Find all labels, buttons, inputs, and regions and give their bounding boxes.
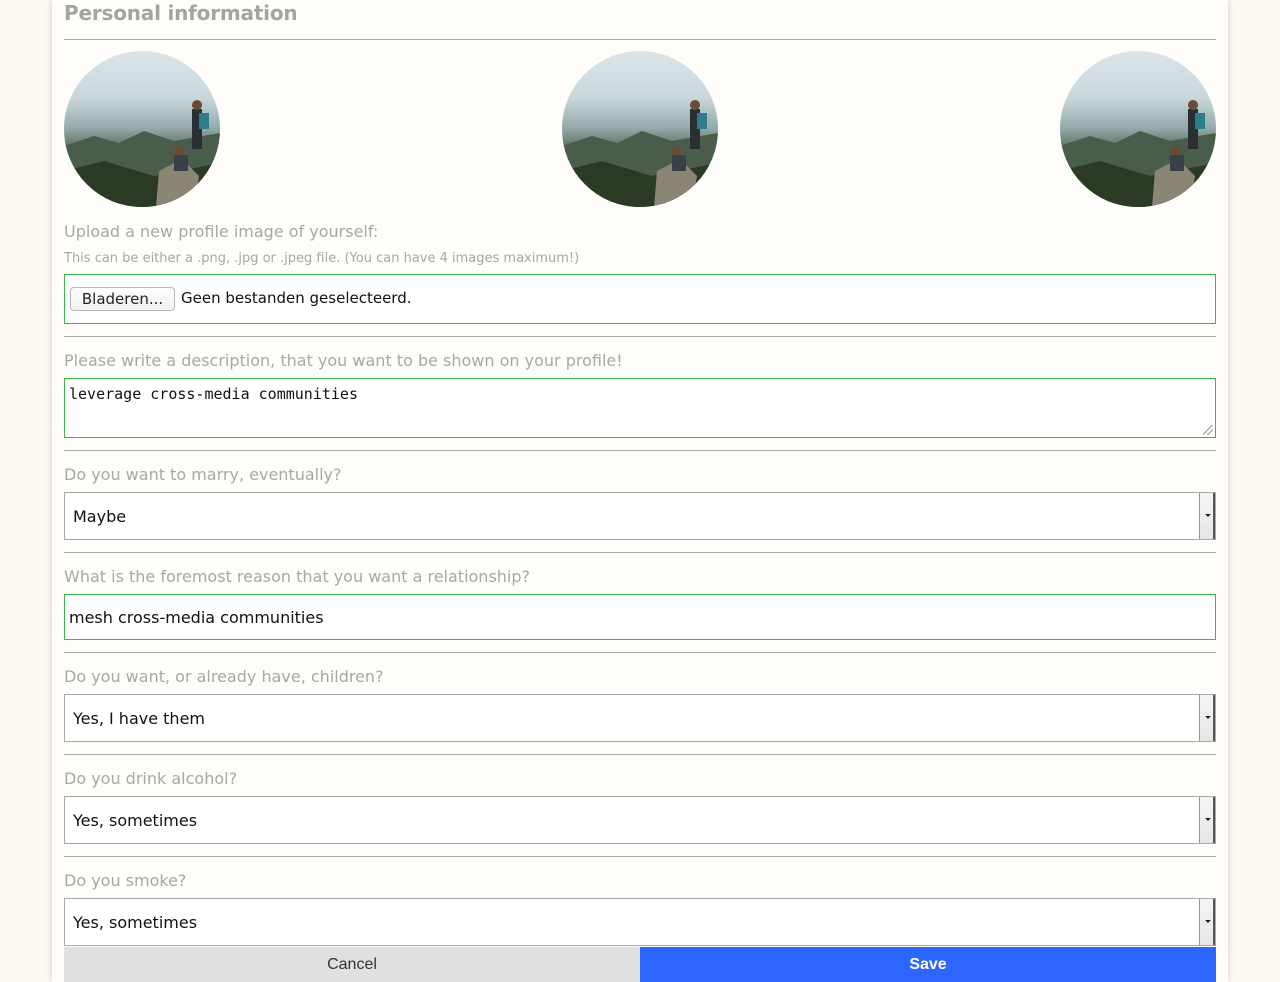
dropdown-arrow-icon[interactable] [1199,797,1215,843]
divider [64,552,1216,553]
description-textarea[interactable]: leverage cross-media communities [64,378,1216,438]
dropdown-arrow-icon[interactable] [1199,695,1215,741]
marry-value: Maybe [73,507,127,526]
marry-select[interactable]: Maybe [64,492,1216,540]
alcohol-value: Yes, sometimes [73,811,198,830]
cancel-button[interactable]: Cancel [64,947,640,982]
browse-button[interactable]: Bladeren... [70,287,175,311]
marry-label: Do you want to marry, eventually? [64,465,342,484]
landscape-photo-icon [1060,100,1216,207]
children-select[interactable]: Yes, I have them [64,694,1216,742]
divider [64,754,1216,755]
save-button[interactable]: Save [640,947,1216,982]
file-status: Geen bestanden geselecteerd. [181,289,412,307]
file-upload-field[interactable]: Bladeren... Geen bestanden geselecteerd. [64,274,1216,324]
description-value: leverage cross-media communities [69,385,358,403]
alcohol-label: Do you drink alcohol? [64,769,238,788]
divider [64,336,1216,337]
reason-value: mesh cross-media communities [69,608,324,627]
dropdown-arrow-icon[interactable] [1199,493,1215,539]
profile-form-panel: Personal information Upload a new profil… [52,0,1228,982]
smoke-value: Yes, sometimes [73,913,198,932]
upload-hint: This can be either a .png, .jpg or .jpeg… [64,251,580,266]
children-label: Do you want, or already have, children? [64,667,384,686]
dropdown-arrow-icon[interactable] [1199,899,1215,945]
divider [64,856,1216,857]
smoke-label: Do you smoke? [64,871,187,890]
resize-grip-icon[interactable] [1203,425,1213,435]
profile-image-3[interactable] [1060,51,1216,207]
divider [64,39,1216,40]
reason-input[interactable]: mesh cross-media communities [64,594,1216,640]
alcohol-select[interactable]: Yes, sometimes [64,796,1216,844]
profile-image-2[interactable] [562,51,718,207]
upload-label: Upload a new profile image of yourself: [64,222,379,241]
divider [64,652,1216,653]
reason-label: What is the foremost reason that you wan… [64,567,531,586]
smoke-select[interactable]: Yes, sometimes [64,898,1216,946]
landscape-photo-icon [64,100,220,207]
children-value: Yes, I have them [73,709,205,728]
divider [64,450,1216,451]
section-title: Personal information [64,1,298,25]
profile-image-1[interactable] [64,51,220,207]
description-label: Please write a description, that you wan… [64,351,623,370]
landscape-photo-icon [562,100,718,207]
